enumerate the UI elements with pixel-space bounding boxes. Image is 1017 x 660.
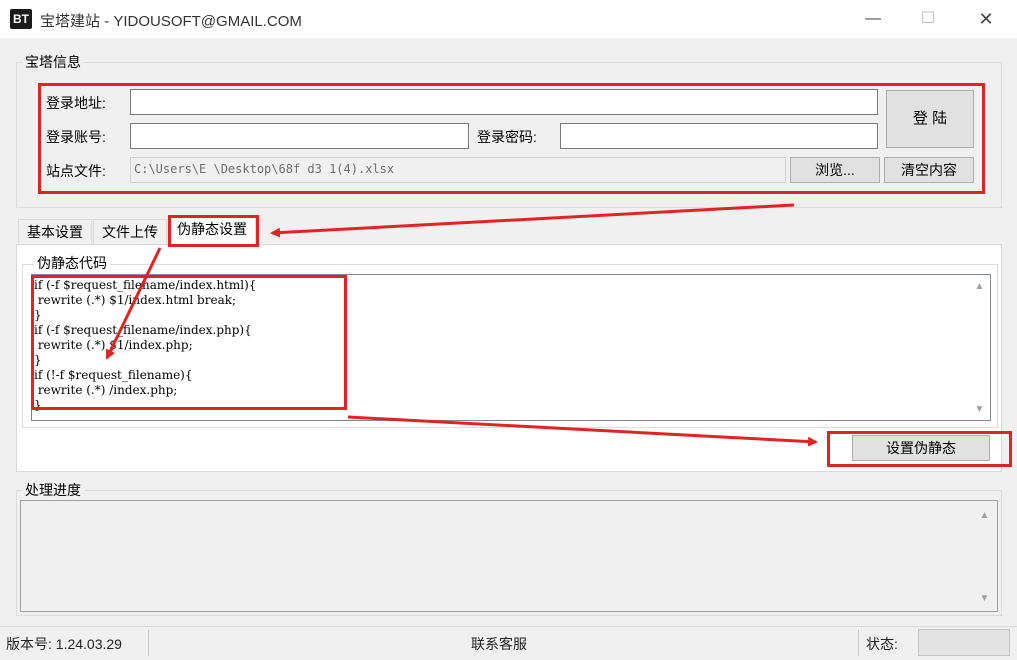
status-value <box>918 629 1010 656</box>
highlight-box-code <box>31 275 347 410</box>
rewrite-group-title: 伪静态代码 <box>34 253 110 273</box>
progress-group-title: 处理进度 <box>22 480 84 500</box>
status-separator <box>148 630 149 656</box>
contact-support-link[interactable]: 联系客服 <box>471 634 527 654</box>
window-title: 宝塔建站 - YIDOUSOFT@GMAIL.COM <box>40 13 302 30</box>
maximize-button[interactable]: ☐ <box>905 0 951 38</box>
scroll-up-icon[interactable]: ▲ <box>971 278 988 295</box>
version-text: 版本号: 1.24.03.29 <box>6 636 122 652</box>
tab-file-upload[interactable]: 文件上传 <box>93 219 167 244</box>
highlight-box-login <box>38 83 985 194</box>
arrow-to-tab <box>270 203 795 238</box>
progress-scroll-up-icon[interactable]: ▲ <box>976 507 993 524</box>
progress-scroll-down-icon[interactable]: ▼ <box>976 590 993 607</box>
status-separator <box>858 630 859 656</box>
minimize-button[interactable]: — <box>850 0 896 38</box>
scroll-down-icon[interactable]: ▼ <box>971 401 988 418</box>
progress-log[interactable]: ▲ ▼ <box>20 500 998 612</box>
bt-info-group-title: 宝塔信息 <box>22 52 84 72</box>
highlight-box-set-button <box>827 431 1012 467</box>
tab-basic-settings[interactable]: 基本设置 <box>18 219 92 244</box>
status-label: 状态: <box>866 636 898 652</box>
close-button[interactable]: ✕ <box>963 0 1009 38</box>
app-icon: BT <box>10 9 32 29</box>
highlight-box-tab <box>168 215 259 247</box>
